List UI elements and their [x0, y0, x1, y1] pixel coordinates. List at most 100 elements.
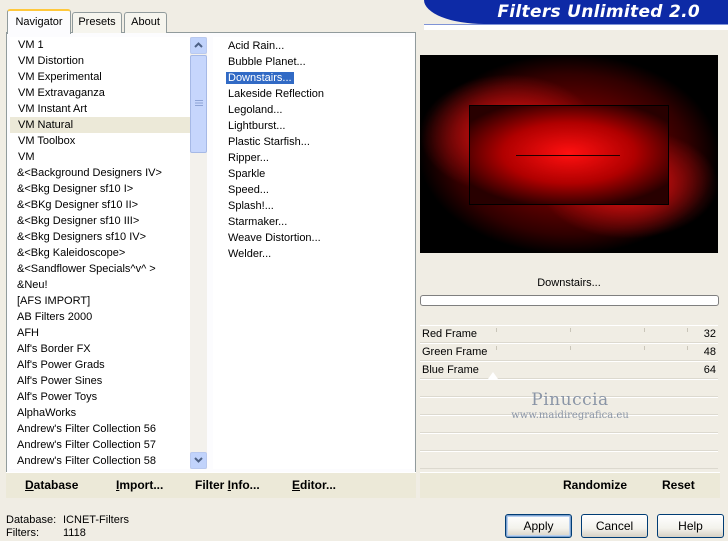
param-label: Green Frame [422, 346, 488, 358]
filter-item[interactable]: Starmaker... [213, 214, 414, 230]
param-value: 48 [703, 346, 716, 358]
status-filters-label: Filters: [6, 527, 39, 539]
category-item[interactable]: &<Background Designers IV> [10, 165, 207, 181]
category-item[interactable]: VM Toolbox [10, 133, 207, 149]
param-row-red-frame[interactable]: Red Frame 32 [420, 325, 718, 343]
chevron-up-icon [194, 42, 203, 48]
tab-about-label: About [131, 16, 160, 28]
filter-item[interactable]: Bubble Planet... [213, 54, 414, 70]
category-item[interactable]: VM 1 [10, 37, 207, 53]
filter-item[interactable]: Sparkle [213, 166, 414, 182]
category-item[interactable]: &<Bkg Designers sf10 IV> [10, 229, 207, 245]
param-slider[interactable] [496, 344, 688, 362]
category-item[interactable]: AB Filters 2000 [10, 309, 207, 325]
help-button[interactable]: Help [657, 514, 724, 538]
param-label: Blue Frame [422, 364, 479, 376]
cancel-button[interactable]: Cancel [581, 514, 648, 538]
filter-item[interactable]: Weave Distortion... [213, 230, 414, 246]
category-item[interactable]: AFH [10, 325, 207, 341]
database-button-mnemonic: D [25, 478, 34, 492]
status-filters-value: 1118 [63, 527, 86, 539]
grip-icon [194, 100, 203, 106]
filter-item-label: Sparkle [228, 168, 266, 180]
category-item[interactable]: VM Distortion [10, 53, 207, 69]
category-item[interactable]: &<Sandflower Specials^v^ > [10, 261, 207, 277]
category-item[interactable]: &Neu! [10, 277, 207, 293]
category-item[interactable]: Alf's Power Sines [10, 373, 207, 389]
filter-item-label: Speed... [228, 184, 269, 196]
category-item[interactable]: Alf's Power Grads [10, 357, 207, 373]
category-item[interactable]: &<Bkg Designer sf10 I> [10, 181, 207, 197]
filter-item[interactable]: Acid Rain... [213, 38, 414, 54]
param-slider[interactable] [488, 362, 688, 380]
category-item[interactable]: Andrew's Filter Collection 58 [10, 453, 207, 469]
import-button[interactable]: Import... [116, 472, 163, 498]
tab-navigator[interactable]: Navigator [7, 9, 71, 34]
scroll-thumb[interactable] [190, 55, 207, 153]
editor-button[interactable]: Editor... [292, 472, 336, 498]
filter-item[interactable]: Legoland... [213, 102, 414, 118]
progress-bar [420, 295, 719, 306]
category-list[interactable]: VM 1 VM Distortion VM Experimental VM Ex… [10, 37, 207, 469]
slider-tick [687, 328, 688, 332]
filter-item[interactable]: Speed... [213, 182, 414, 198]
watermark-url: www.maidiregrafica.eu [511, 410, 629, 421]
tab-about[interactable]: About [124, 12, 167, 33]
editor-button-label: ditor... [300, 478, 337, 492]
category-item[interactable]: &<BKg Designer sf10 II> [10, 197, 207, 213]
category-item[interactable]: Andrew's Filter Collection 57 [10, 437, 207, 453]
category-item[interactable]: Alf's Power Toys [10, 389, 207, 405]
category-item[interactable]: &<Bkg Designer sf10 III> [10, 213, 207, 229]
filter-item-selected[interactable]: Downstairs... [213, 70, 414, 86]
slider-thumb[interactable] [488, 372, 498, 379]
category-item[interactable]: &<Bkg Kaleidoscope> [10, 245, 207, 261]
filter-item[interactable]: Ripper... [213, 150, 414, 166]
category-item[interactable]: Alf's Border FX [10, 341, 207, 357]
category-item[interactable]: VM Experimental [10, 69, 207, 85]
param-slider[interactable] [496, 326, 688, 344]
slider-tick [687, 346, 688, 350]
editor-button-mnemonic: E [292, 478, 301, 492]
param-row-green-frame[interactable]: Green Frame 48 [420, 343, 718, 361]
category-item[interactable]: VM [10, 149, 207, 165]
status-database-value: ICNET-Filters [63, 514, 129, 526]
preview-inner-panel [469, 105, 669, 205]
randomize-button[interactable]: Randomize [563, 472, 627, 498]
category-item[interactable]: VM Instant Art [10, 101, 207, 117]
filter-list[interactable]: Acid Rain... Bubble Planet... Downstairs… [213, 37, 414, 469]
filter-info-button-prefix: Filter [195, 478, 228, 492]
filter-item[interactable]: Lakeside Reflection [213, 86, 414, 102]
filter-item[interactable]: Lightburst... [213, 118, 414, 134]
slider-tick [644, 346, 645, 350]
param-value: 32 [703, 328, 716, 340]
category-item-selected[interactable]: VM Natural [10, 117, 207, 133]
filter-item[interactable]: Plastic Starfish... [213, 134, 414, 150]
apply-button[interactable]: Apply [505, 514, 572, 538]
filter-item-label: Legoland... [228, 104, 283, 116]
database-button[interactable]: Database [25, 472, 78, 498]
filter-item-label: Starmaker... [228, 216, 288, 228]
filter-info-button[interactable]: Filter Info... [195, 472, 260, 498]
filter-info-button-label: nfo... [231, 478, 260, 492]
scroll-up-button[interactable] [190, 37, 207, 54]
param-value: 64 [703, 364, 716, 376]
filter-item-label: Welder... [228, 248, 272, 260]
category-item[interactable]: [AFS IMPORT] [10, 293, 207, 309]
category-item[interactable]: AlphaWorks [10, 405, 207, 421]
reset-button[interactable]: Reset [662, 472, 695, 498]
watermark-name: Pinuccia [531, 390, 609, 410]
category-item[interactable]: VM Extravaganza [10, 85, 207, 101]
filter-item-label: Downstairs... [226, 72, 294, 84]
filter-item[interactable]: Splash!... [213, 198, 414, 214]
slider-tick [496, 328, 497, 332]
filter-item-label: Lightburst... [228, 120, 286, 132]
tab-presets[interactable]: Presets [72, 12, 122, 33]
filter-item-label: Bubble Planet... [228, 56, 306, 68]
category-item[interactable]: Andrew's Filter Collection 56 [10, 421, 207, 437]
param-row-blue-frame[interactable]: Blue Frame 64 [420, 361, 718, 379]
database-button-label: atabase [33, 478, 79, 492]
category-scrollbar[interactable] [190, 37, 207, 469]
filter-item[interactable]: Welder... [213, 246, 414, 262]
preview-image [420, 55, 718, 253]
scroll-down-button[interactable] [190, 452, 207, 469]
